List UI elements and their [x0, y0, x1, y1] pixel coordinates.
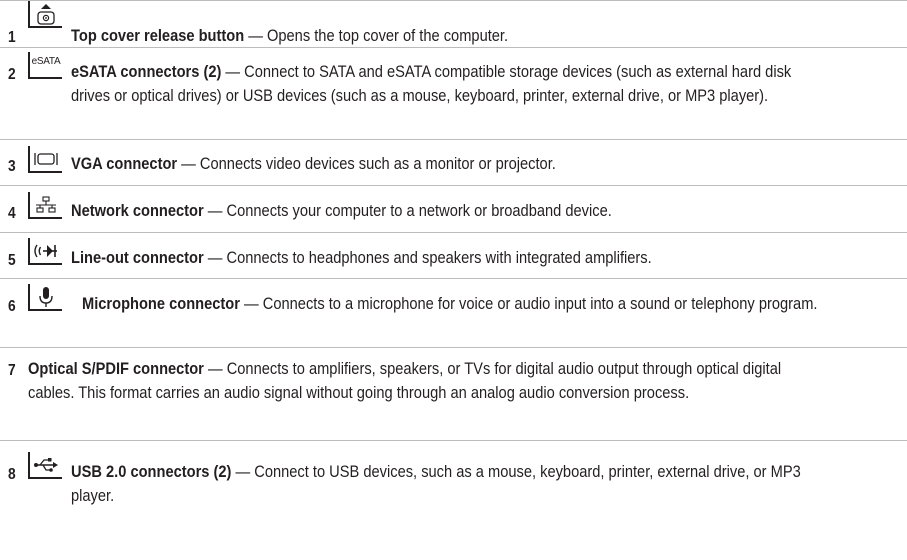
- item-number: 3: [8, 158, 16, 175]
- item-term: Optical S/PDIF connector: [28, 360, 204, 378]
- item-description: Connects to headphones and speakers with…: [226, 249, 652, 267]
- item-separator: —: [244, 27, 267, 45]
- list-item: 2 eSATA eSATA connectors (2) — Connect t…: [0, 48, 907, 140]
- item-text: Microphone connector — Connects to a mic…: [82, 293, 819, 317]
- item-separator: —: [203, 249, 227, 267]
- item-text: Top cover release button — Opens the top…: [71, 25, 818, 49]
- list-item: 5 Line-out connector — Connects to headp…: [0, 233, 907, 279]
- item-separator: —: [203, 202, 227, 220]
- item-separator: —: [239, 295, 263, 313]
- item-term: Network connector: [71, 202, 204, 220]
- list-item: 7 Optical S/PDIF connector — Connects to…: [0, 348, 907, 441]
- item-term: Top cover release button: [71, 27, 245, 45]
- item-text: VGA connector — Connects video devices s…: [71, 153, 818, 177]
- esata-icon-label: eSATA: [31, 56, 61, 67]
- network-icon: [28, 192, 62, 219]
- item-term: Line-out connector: [71, 249, 204, 267]
- item-text: Network connector — Connects your comput…: [71, 200, 818, 224]
- item-description: Opens the top cover of the computer.: [266, 27, 509, 45]
- item-text: Line-out connector — Connects to headpho…: [71, 247, 818, 271]
- list-item: 3 VGA connector — Connects video devices…: [0, 140, 907, 186]
- item-term: Microphone connector: [82, 295, 240, 313]
- usb-icon: [28, 452, 62, 479]
- item-description: Connects your computer to a network or b…: [226, 202, 612, 220]
- item-separator: —: [203, 360, 227, 378]
- esata-icon: eSATA: [28, 52, 62, 79]
- list-item: 6 Microphone connector — Connects to a m…: [0, 279, 907, 348]
- item-text: USB 2.0 connectors (2) — Connect to USB …: [71, 461, 818, 508]
- item-number: 6: [8, 298, 16, 315]
- top-cover-release-icon: [28, 1, 62, 28]
- item-number: 4: [8, 205, 16, 222]
- item-description: Connects video devices such as a monitor…: [199, 155, 556, 173]
- item-description: Connects to a microphone for voice or au…: [262, 295, 818, 313]
- item-number: 5: [8, 252, 16, 269]
- list-item: 4 Network connector — Connects your comp…: [0, 186, 907, 233]
- microphone-icon: [28, 284, 62, 311]
- item-term: eSATA connectors (2): [71, 63, 222, 81]
- item-text: Optical S/PDIF connector — Connects to a…: [28, 358, 814, 405]
- item-number: 2: [8, 66, 16, 83]
- item-number: 8: [8, 466, 16, 483]
- vga-icon: [28, 146, 62, 173]
- item-separator: —: [231, 463, 255, 481]
- item-separator: —: [221, 63, 245, 81]
- item-text: eSATA connectors (2) — Connect to SATA a…: [71, 61, 818, 108]
- item-number: 7: [8, 362, 16, 379]
- item-term: USB 2.0 connectors (2): [71, 463, 232, 481]
- item-term: VGA connector: [71, 155, 178, 173]
- line-out-icon: [28, 238, 62, 265]
- list-item: 8 USB 2.0 connectors (2) — Connect to US…: [0, 441, 907, 560]
- list-item: 1 Top cover release button — Opens the t…: [0, 0, 907, 48]
- item-separator: —: [177, 155, 200, 173]
